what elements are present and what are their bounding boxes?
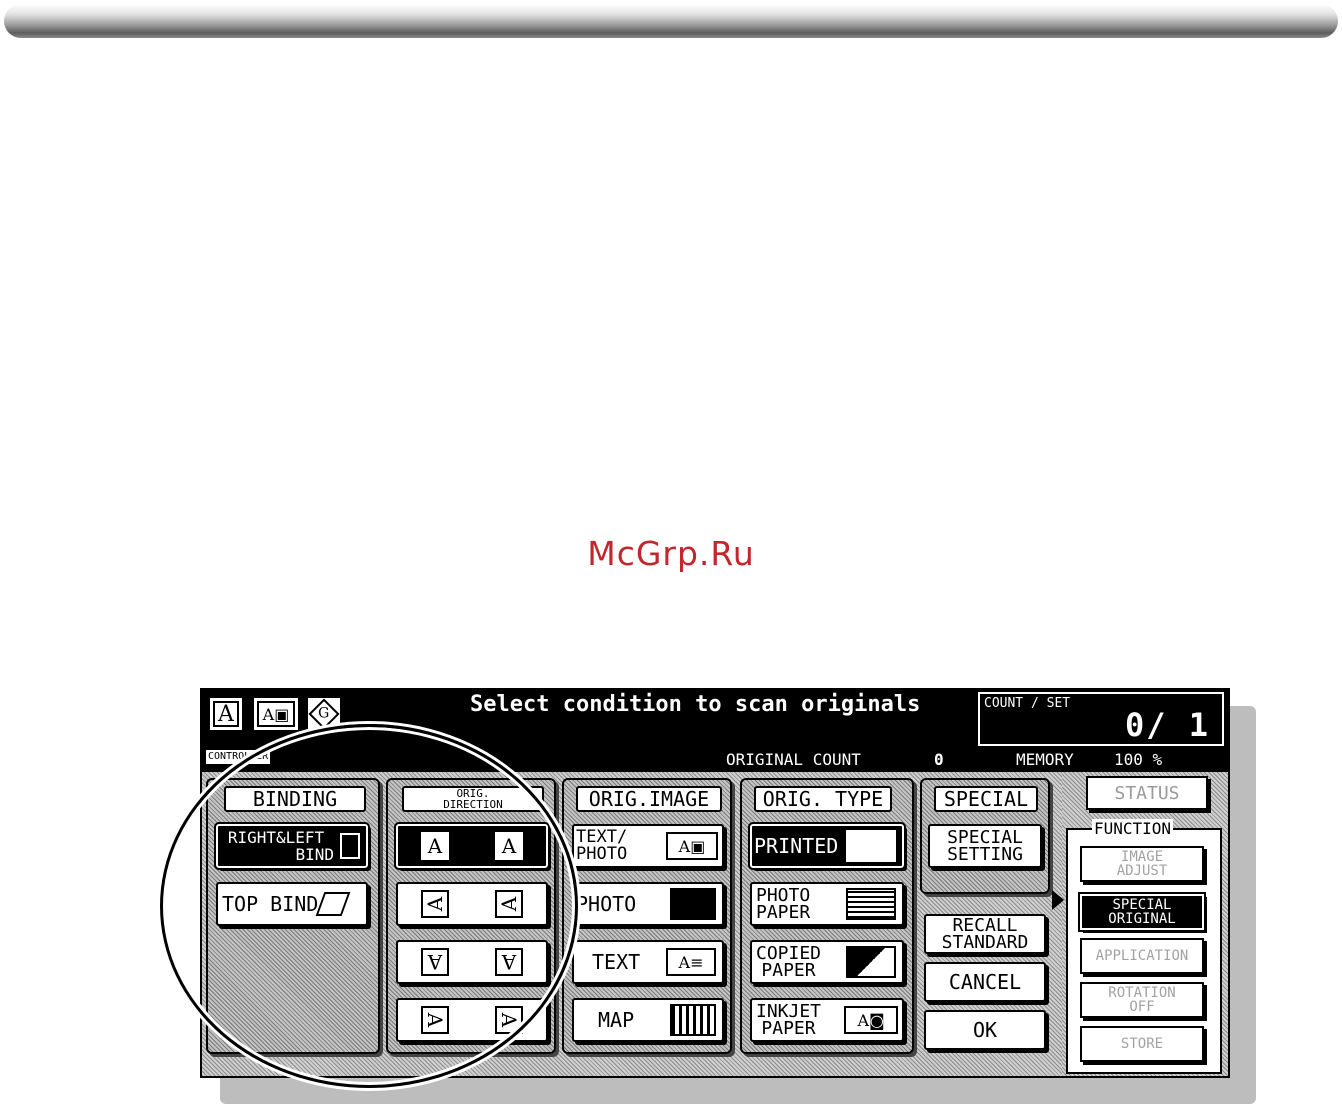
page-title: Select condition to scan originals — [470, 692, 921, 717]
memory-value: 100 % — [1114, 750, 1163, 769]
cancel-button[interactable]: CANCEL — [924, 962, 1046, 1002]
map-button[interactable]: MAP — [572, 998, 724, 1042]
panel-header: A A▣ G Select condition to scan original… — [202, 690, 1228, 772]
original-count-label: ORIGINAL COUNT — [726, 750, 861, 769]
count-set-box: COUNT / SET 0/ 1 — [978, 692, 1224, 746]
rotation-off-button[interactable]: ROTATION OFF — [1080, 982, 1204, 1018]
application-button[interactable]: APPLICATION — [1080, 938, 1204, 974]
direction-inverted-button[interactable]: A A — [396, 940, 548, 984]
inkjet-icon: A ◙ — [844, 1006, 898, 1034]
tab-orig-direction[interactable]: ORIG. DIRECTION — [402, 786, 544, 812]
page-top-icon — [315, 892, 351, 916]
printed-button[interactable]: PRINTED — [748, 822, 906, 870]
status-button[interactable]: STATUS — [1086, 776, 1208, 810]
memory-label: MEMORY — [1016, 750, 1074, 769]
tab-special[interactable]: SPECIAL — [934, 786, 1038, 812]
book-open-icon — [340, 833, 360, 859]
photo-button[interactable]: PHOTO — [572, 882, 724, 926]
glyph-a-icon: A — [494, 831, 524, 861]
special-column: SPECIAL SPECIAL SETTING — [920, 778, 1050, 894]
photo-paper-button[interactable]: PHOTO PAPER — [750, 882, 904, 926]
text-button[interactable]: TEXT A ≡ — [572, 940, 724, 984]
controller-indicator: CONTROLLER — [206, 750, 271, 764]
glyph-a-inverted-icon: A — [421, 948, 449, 976]
map-icon — [670, 1004, 716, 1036]
text-photo-mode-icon[interactable]: A▣ — [254, 698, 298, 730]
watermark-text: McGrp.Ru — [587, 534, 755, 573]
orig-image-column: ORIG.IMAGE TEXT/PHOTO A ▣ PHOTO TEXT A ≡ M… — [562, 778, 732, 1054]
tab-orig-image[interactable]: ORIG.IMAGE — [576, 786, 722, 812]
glyph-a-rotated-icon: A — [421, 1006, 449, 1034]
count-set-label: COUNT / SET — [984, 696, 1071, 711]
photo-icon — [670, 888, 716, 920]
glyph-a-rotated-icon: A — [421, 890, 449, 918]
recall-standard-button[interactable]: RECALL STANDARD — [924, 914, 1046, 954]
glyph-a-icon: A — [420, 831, 450, 861]
ok-button[interactable]: OK — [924, 1010, 1046, 1050]
binding-column: BINDING RIGHT&LEFT BIND TOP BIND — [206, 778, 380, 1054]
text-mode-icon[interactable]: A — [210, 698, 242, 730]
copied-paper-icon — [846, 946, 896, 978]
top-bind-button[interactable]: TOP BIND — [216, 882, 368, 926]
text-photo-icon: A ▣ — [666, 832, 718, 860]
top-decorative-bar — [4, 4, 1338, 38]
direction-right-button[interactable]: A A — [396, 998, 548, 1042]
photo-paper-icon — [846, 888, 896, 920]
printed-icon — [846, 830, 896, 862]
image-adjust-button[interactable]: IMAGE ADJUST — [1080, 846, 1204, 882]
store-button[interactable]: STORE — [1080, 1026, 1204, 1062]
glyph-a-rotated-icon: A — [495, 890, 523, 918]
right-left-bind-button[interactable]: RIGHT&LEFT BIND — [214, 822, 370, 870]
original-count-value: 0 — [934, 750, 944, 769]
direction-column: ORIG. DIRECTION A A A A A A A A — [386, 778, 556, 1054]
text-photo-button[interactable]: TEXT/PHOTO A ▣ — [572, 824, 724, 868]
special-original-button[interactable]: SPECIAL ORIGINAL — [1078, 892, 1206, 932]
direction-left-button[interactable]: A A — [396, 882, 548, 926]
tab-orig-type[interactable]: ORIG. TYPE — [754, 786, 892, 812]
copier-control-panel: A A▣ G Select condition to scan original… — [200, 688, 1230, 1078]
direction-upright-button[interactable]: A A — [394, 822, 550, 870]
glyph-a-inverted-icon: A — [495, 948, 523, 976]
glyph-a-rotated-icon: A — [495, 1006, 523, 1034]
selection-pointer-icon — [1052, 890, 1064, 910]
special-setting-button[interactable]: SPECIAL SETTING — [928, 824, 1042, 868]
tab-binding[interactable]: BINDING — [224, 786, 366, 812]
function-title: FUNCTION — [1092, 819, 1174, 838]
count-set-value: 0/ 1 — [1124, 706, 1210, 744]
orig-type-column: ORIG. TYPE PRINTED PHOTO PAPER COPIED PAPE… — [740, 778, 914, 1054]
text-lines-icon: A ≡ — [666, 948, 716, 976]
copied-paper-button[interactable]: COPIED PAPER — [750, 940, 904, 984]
inkjet-paper-button[interactable]: INKJET PAPER A ◙ — [750, 998, 904, 1042]
auto-rotate-icon[interactable]: G — [308, 698, 340, 730]
function-group: FUNCTION IMAGE ADJUST SPECIAL ORIGINAL APP… — [1066, 819, 1222, 1074]
